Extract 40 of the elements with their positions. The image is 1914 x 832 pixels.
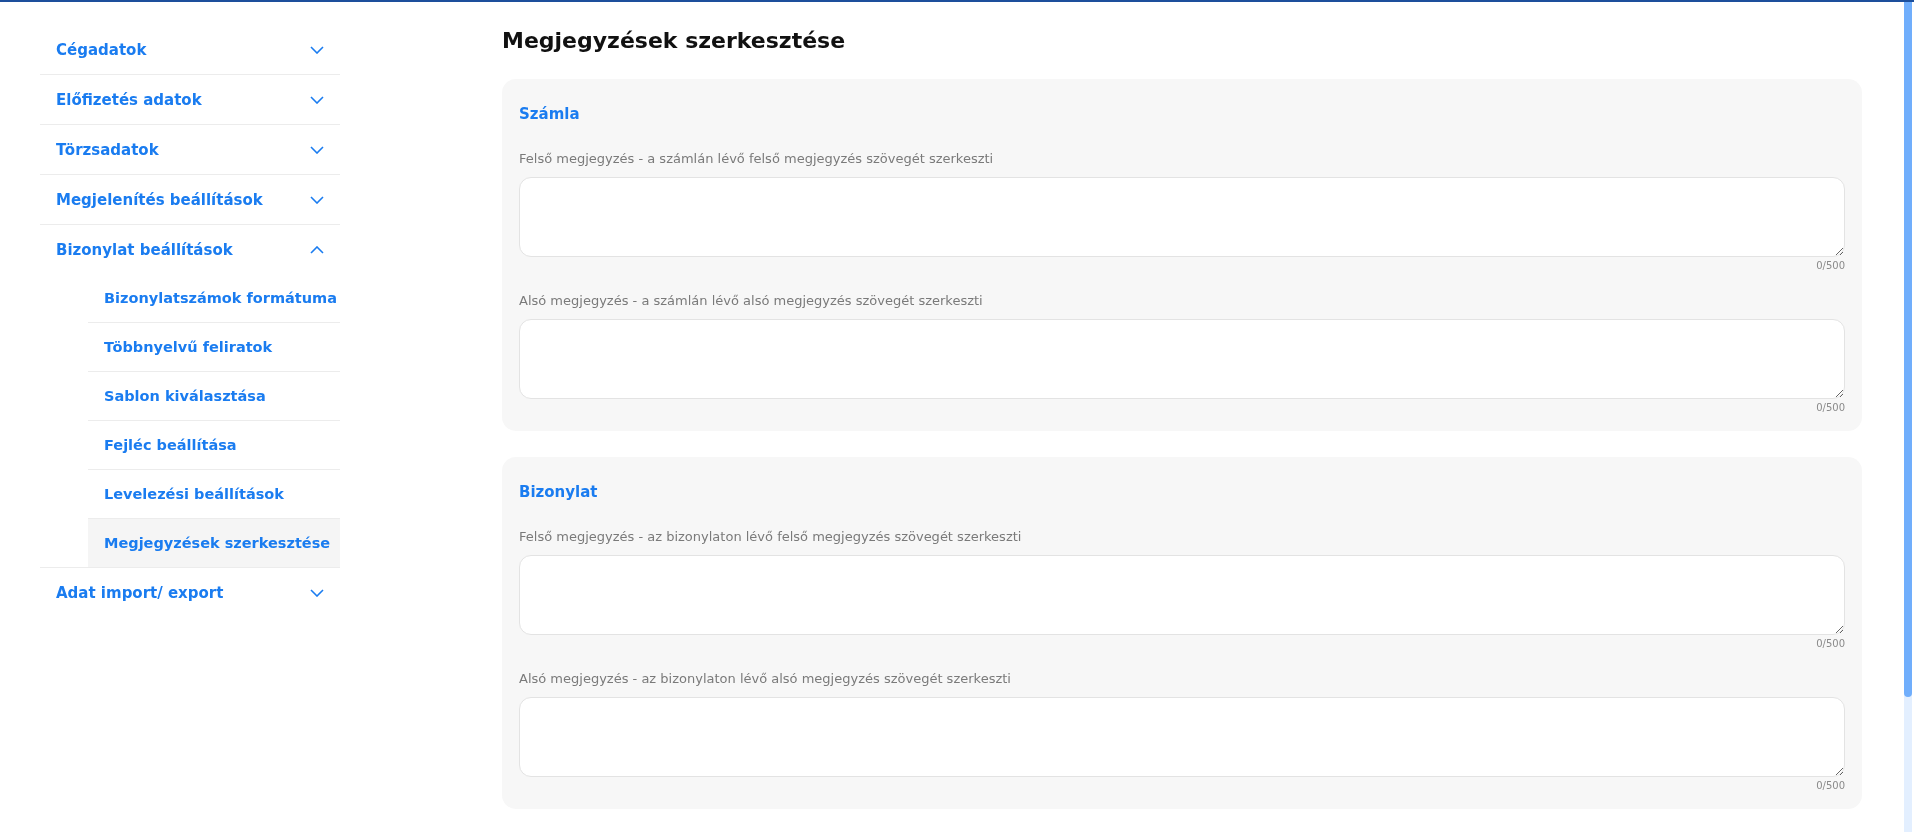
character-counter: 0/500 bbox=[1816, 638, 1845, 649]
sidebar-subitem[interactable]: Megjegyzések szerkesztése bbox=[88, 519, 340, 567]
field-label: Alsó megjegyzés - a számlán lévő alsó megjegyzés szövegét szerkeszti bbox=[519, 293, 984, 308]
scrollbar-thumb[interactable] bbox=[1904, 2, 1912, 697]
chevron-down-icon bbox=[310, 45, 324, 54]
sidebar-item[interactable]: Előfizetés adatok bbox=[40, 75, 340, 124]
chevron-down-icon bbox=[310, 588, 324, 597]
chevron-down-icon bbox=[310, 195, 324, 204]
note-textarea[interactable] bbox=[519, 555, 1845, 635]
sidebar-item[interactable]: Megjelenítés beállítások bbox=[40, 175, 340, 224]
sidebar-item-label: Adat import/ export bbox=[56, 583, 224, 602]
sidebar-subitem[interactable]: Fejléc beállítása bbox=[88, 421, 340, 469]
section-title: Számla bbox=[519, 105, 581, 123]
field-label: Felső megjegyzés - az bizonylaton lévő felső megjegyzés szövegét szerkeszti bbox=[519, 529, 1023, 544]
sidebar-subitem[interactable]: Bizonylatszámok formátuma bbox=[88, 274, 340, 322]
character-counter: 0/500 bbox=[1816, 780, 1845, 791]
field-label: Alsó megjegyzés - az bizonylaton lévő alsó megjegyzés szövegét szerkeszti bbox=[519, 671, 1012, 686]
sidebar-item[interactable]: Törzsadatok bbox=[40, 125, 340, 174]
sidebar-item-label: Megjelenítés beállítások bbox=[56, 190, 263, 209]
sidebar-subitem[interactable]: Levelezési beállítások bbox=[88, 470, 340, 518]
sidebar-item[interactable]: Adat import/ export bbox=[40, 568, 340, 617]
chevron-down-icon bbox=[310, 145, 324, 154]
note-textarea[interactable] bbox=[519, 177, 1845, 257]
sidebar-item[interactable]: Bizonylat beállítások bbox=[40, 225, 340, 274]
page-title: Megjegyzések szerkesztése bbox=[502, 28, 847, 53]
sidebar-item[interactable]: Cégadatok bbox=[40, 25, 340, 74]
sidebar-subitem[interactable]: Többnyelvű feliratok bbox=[88, 323, 340, 371]
sidebar-item-label: Cégadatok bbox=[56, 40, 147, 59]
character-counter: 0/500 bbox=[1816, 260, 1845, 271]
sidebar-item-label: Törzsadatok bbox=[56, 140, 159, 159]
sidebar-subitem[interactable]: Sablon kiválasztása bbox=[88, 372, 340, 420]
section-title: Bizonylat bbox=[519, 483, 599, 501]
sidebar-item-label: Bizonylat beállítások bbox=[56, 240, 233, 259]
sidebar-item-label: Előfizetés adatok bbox=[56, 90, 202, 109]
note-textarea[interactable] bbox=[519, 697, 1845, 777]
chevron-up-icon bbox=[310, 245, 324, 254]
chevron-down-icon bbox=[310, 95, 324, 104]
character-counter: 0/500 bbox=[1816, 402, 1845, 413]
note-textarea[interactable] bbox=[519, 319, 1845, 399]
field-label: Felső megjegyzés - a számlán lévő felső megjegyzés szövegét szerkeszti bbox=[519, 151, 995, 166]
